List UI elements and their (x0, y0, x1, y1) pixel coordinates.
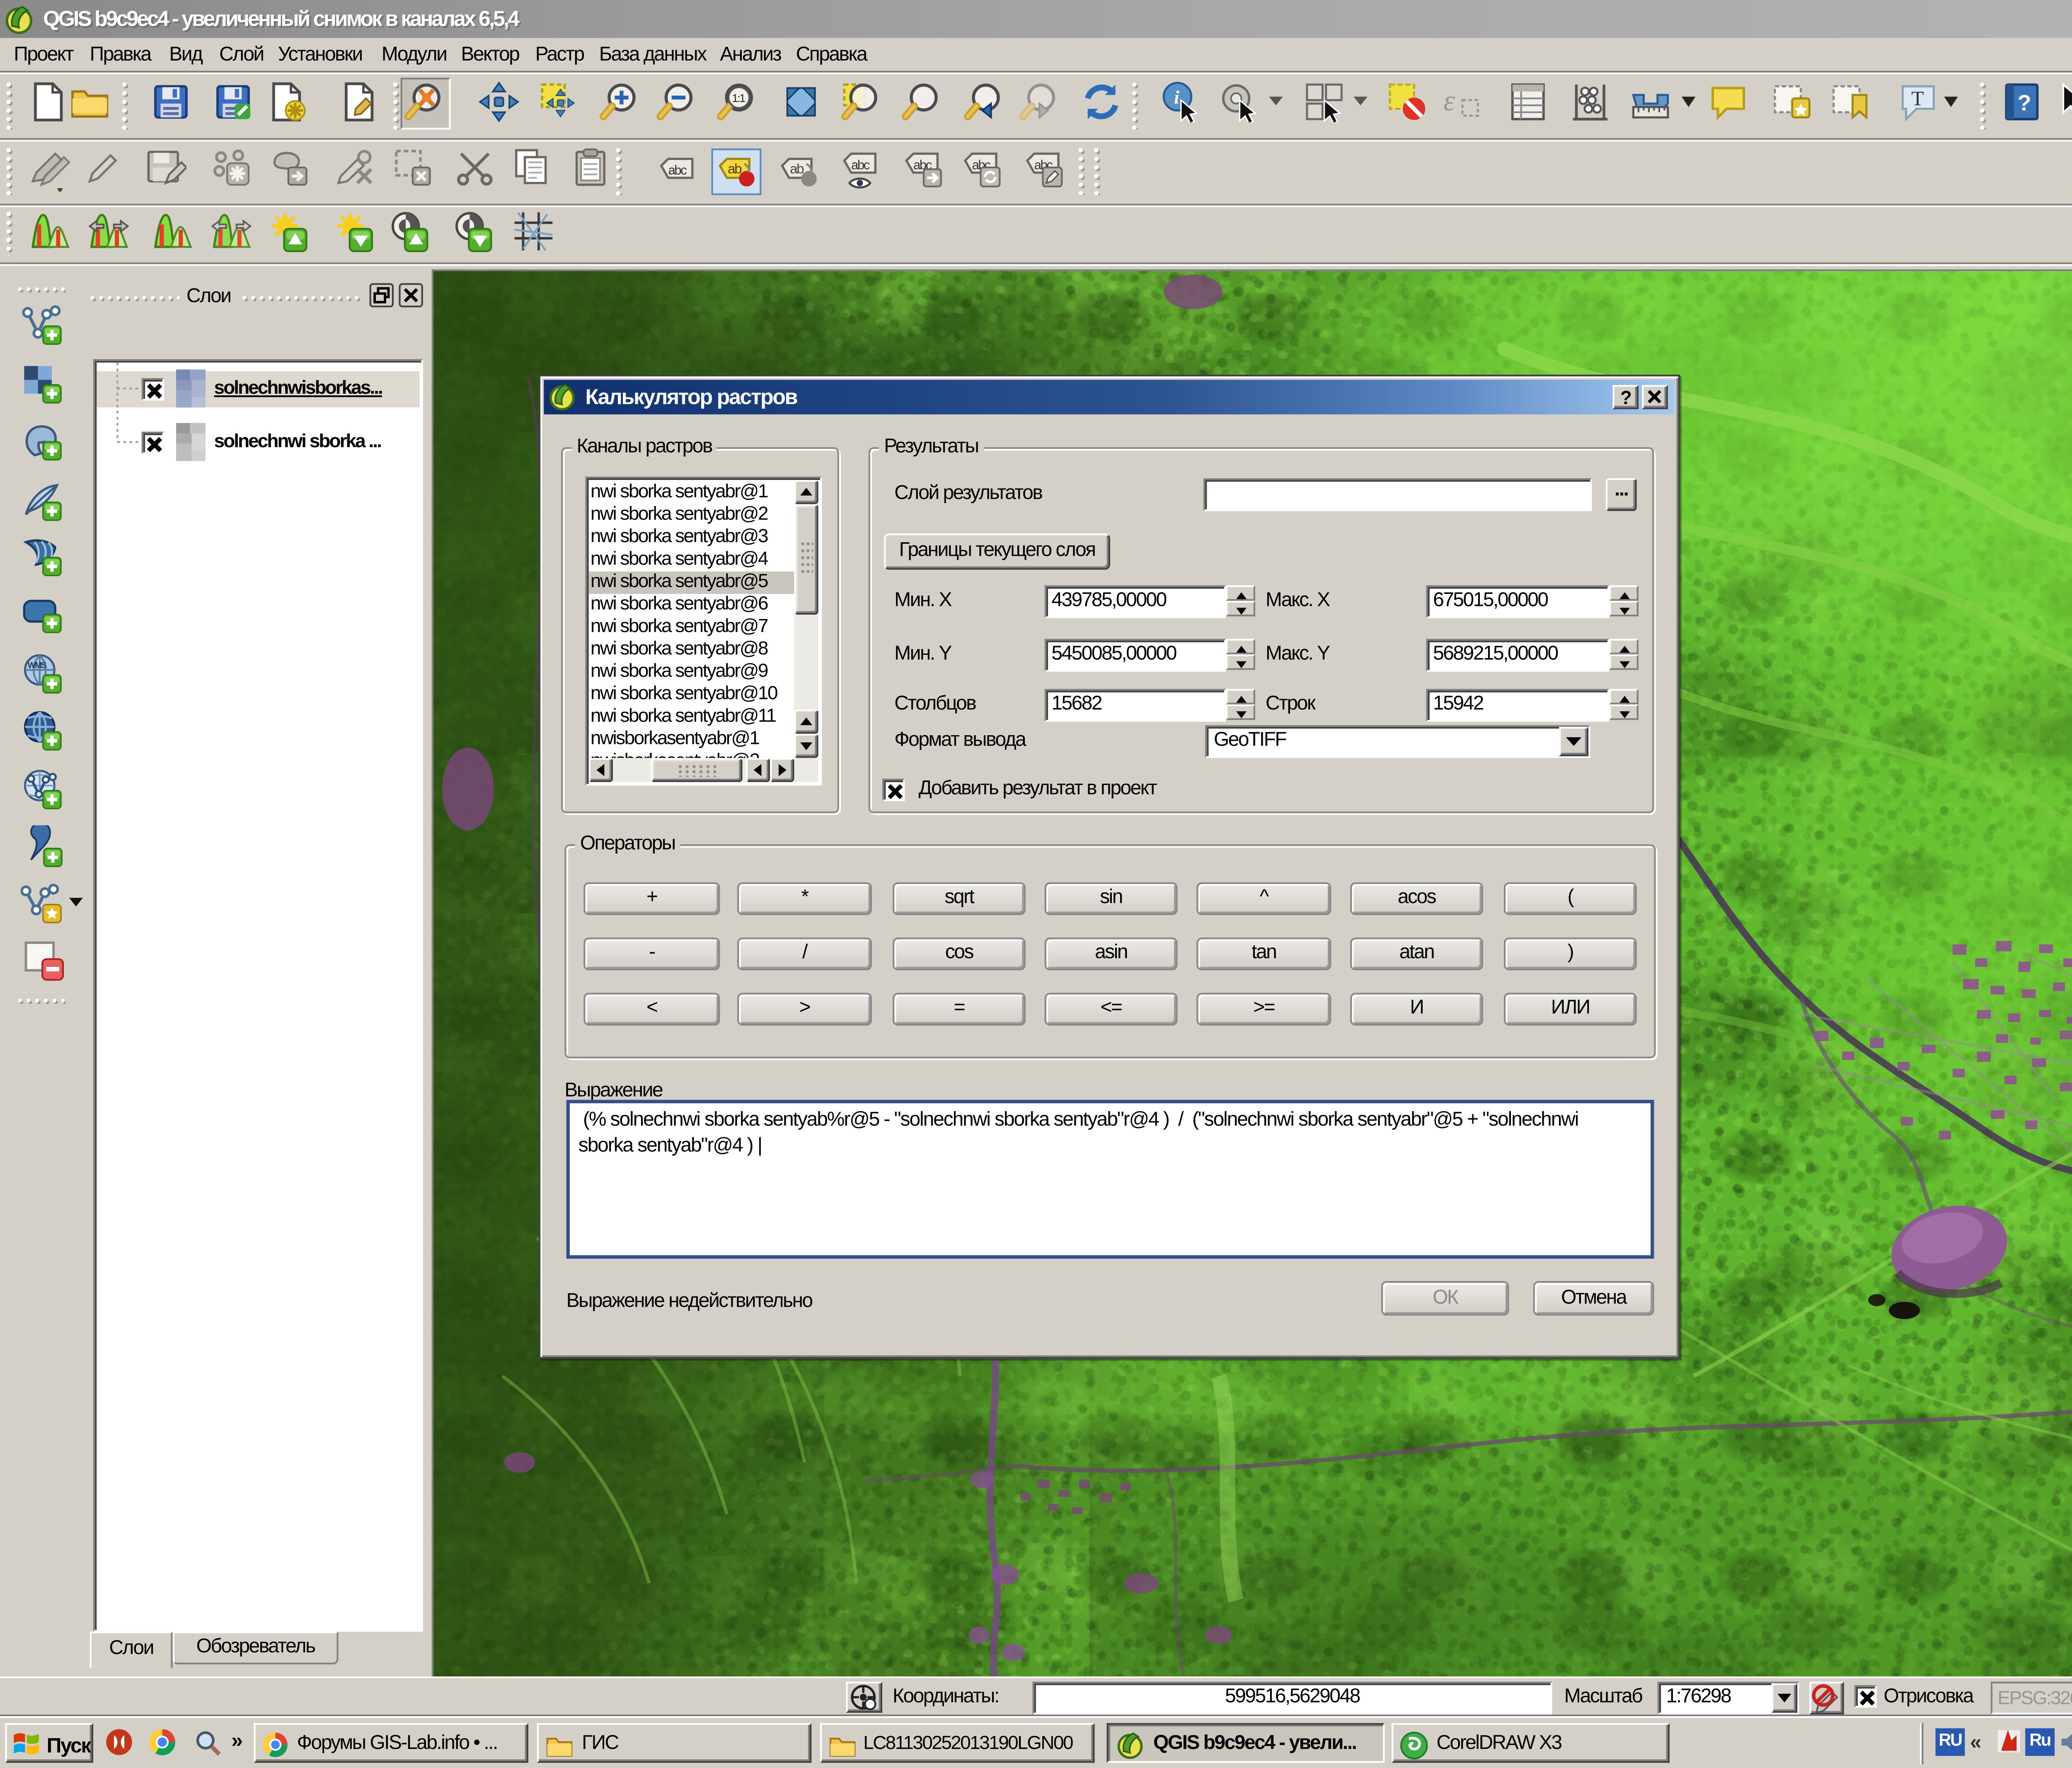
svg-text:?: ? (2017, 91, 2030, 116)
svg-text:T: T (1911, 87, 1924, 110)
svg-text:ab: ab (727, 162, 741, 177)
svg-text:WMS: WMS (28, 661, 47, 670)
svg-text:ab: ab (790, 162, 804, 177)
svg-text:1:1: 1:1 (732, 92, 746, 104)
svg-text:ε: ε (1443, 85, 1455, 117)
